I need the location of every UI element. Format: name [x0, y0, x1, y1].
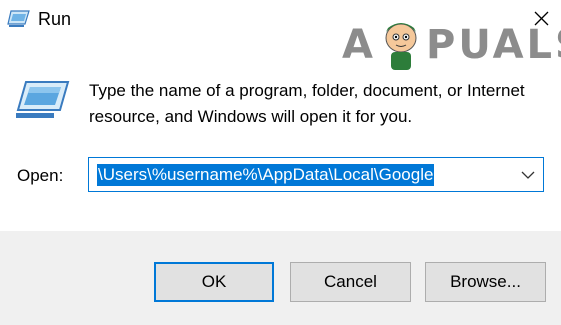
chevron-down-icon — [521, 171, 535, 179]
watermark-logo: A PUALS — [336, 18, 561, 78]
browse-button[interactable]: Browse... — [425, 262, 546, 302]
run-icon — [7, 9, 31, 29]
open-combobox[interactable]: \Users\%username%\AppData\Local\Google — [88, 157, 544, 192]
open-input-value[interactable]: \Users\%username%\AppData\Local\Google — [97, 164, 435, 186]
dropdown-button[interactable] — [513, 158, 543, 191]
dialog-description: Type the name of a program, folder, docu… — [89, 81, 525, 126]
window-title: Run — [38, 9, 72, 29]
ok-button[interactable]: OK — [154, 262, 274, 302]
open-label: Open: — [17, 166, 64, 185]
mascot-icon — [385, 23, 417, 70]
watermark-letters: PUALS — [426, 22, 561, 68]
cancel-button[interactable]: Cancel — [290, 262, 411, 302]
run-dialog-icon — [14, 80, 70, 120]
watermark-letter-a: A — [342, 22, 376, 68]
